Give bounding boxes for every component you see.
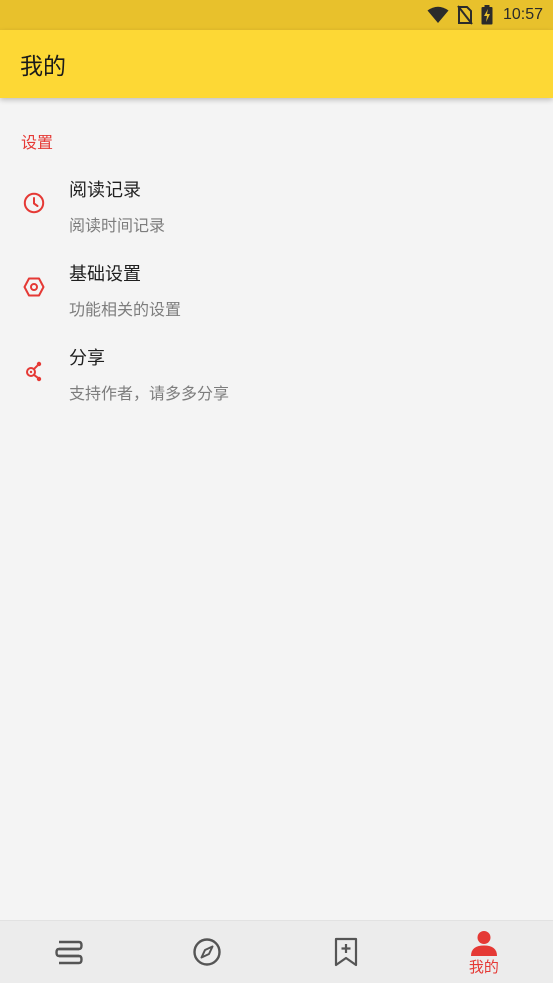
pref-item-reading-history[interactable]: 阅读记录 阅读时间记录 [0,176,553,260]
page-title: 我的 [20,54,66,80]
nav-item-bookshelf[interactable] [0,921,138,983]
status-time: 10:57 [502,6,543,23]
nav-item-mine[interactable]: 我的 [415,921,553,983]
pref-item-label: 基础设置 [69,264,141,285]
status-bar: 10:57 [0,0,553,30]
nav-item-discover[interactable] [138,921,276,983]
no-sim-icon [457,5,473,25]
hexagon-settings-icon [23,277,45,297]
pref-item-label: 分享 [69,348,105,369]
battery-charging-icon [481,5,493,25]
compass-icon [193,938,222,966]
pref-item-basic-settings[interactable]: 基础设置 功能相关的设置 [0,260,553,344]
bookshelf-icon [55,940,83,965]
clock-icon [23,192,45,214]
pref-item-share[interactable]: 分享 支持作者，请多多分享 [0,344,553,428]
bottom-navigation: 我的 [0,920,553,983]
nav-item-bookmarks[interactable] [277,921,415,983]
person-icon [470,930,497,956]
pref-item-summary: 阅读时间记录 [69,216,166,235]
wifi-icon [427,6,449,23]
section-header-settings: 设置 [21,133,54,152]
share-icon [26,361,42,382]
nav-item-label: 我的 [468,957,499,976]
bookmark-add-icon [334,937,357,967]
app-bar: 我的 [0,30,553,98]
pref-item-summary: 功能相关的设置 [69,300,182,319]
pref-item-label: 阅读记录 [69,180,141,201]
pref-item-summary: 支持作者，请多多分享 [69,384,230,403]
